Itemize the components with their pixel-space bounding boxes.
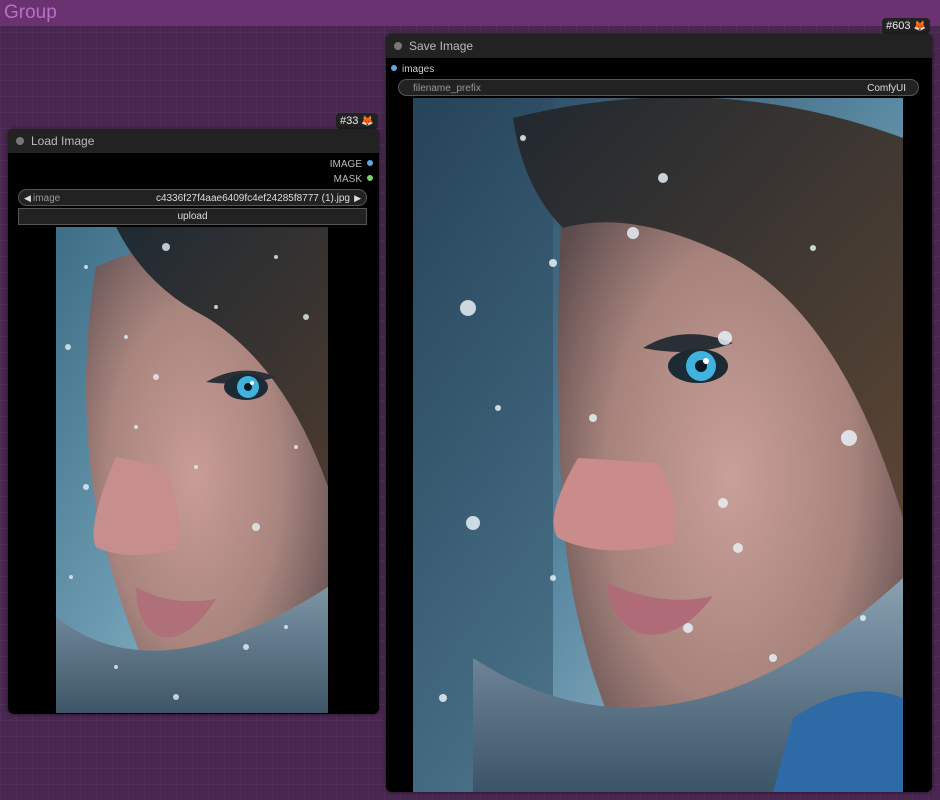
input-slot-images[interactable]: images xyxy=(391,63,434,77)
filename-prefix-widget[interactable]: filename_prefix ComfyUI xyxy=(398,79,919,96)
input-slot-label: images xyxy=(402,64,435,75)
slot-dot-icon[interactable] xyxy=(367,175,373,182)
upload-button[interactable]: upload xyxy=(18,208,367,225)
left-arrow-icon[interactable]: ◀ xyxy=(24,190,31,207)
node-id-badge-load: #33 🦊 xyxy=(336,113,378,129)
slot-dot-icon[interactable] xyxy=(367,160,373,167)
node-title: Load Image xyxy=(31,134,95,148)
widget-label: image xyxy=(33,193,61,204)
node-id-badge-save: #603 🦊 xyxy=(882,18,930,34)
group-header[interactable]: Group xyxy=(0,0,940,26)
collapse-dot-icon[interactable] xyxy=(16,137,24,145)
image-combo-widget[interactable]: ◀ image c4336f27f4aae6409fc4ef24285f8777… xyxy=(18,189,367,206)
portrait-image xyxy=(56,227,328,713)
node-id-text: #603 xyxy=(886,20,911,32)
widget-value: c4336f27f4aae6409fc4ef24285f8777 (1).jpg xyxy=(155,193,350,204)
save-image-node[interactable]: Save Image images filename_prefix ComfyU… xyxy=(386,34,932,792)
output-slot-image[interactable]: IMAGE xyxy=(330,158,373,172)
node-title: Save Image xyxy=(409,39,474,53)
widget-label: filename_prefix xyxy=(413,83,481,94)
slot-dot-icon[interactable] xyxy=(391,65,397,72)
output-slot-mask[interactable]: MASK xyxy=(334,173,373,187)
load-image-node[interactable]: Load Image IMAGE MASK ◀ image c4336f27f4… xyxy=(8,129,379,714)
right-arrow-icon[interactable]: ▶ xyxy=(354,190,361,207)
collapse-dot-icon[interactable] xyxy=(394,42,402,50)
node-id-text: #33 xyxy=(340,115,359,127)
portrait-image xyxy=(413,98,903,792)
saved-image-preview xyxy=(413,98,903,792)
group-title[interactable]: Group xyxy=(4,2,57,24)
widget-value: ComfyUI xyxy=(867,83,906,94)
node-title-bar[interactable]: Load Image xyxy=(8,129,379,153)
fox-icon: 🦊 xyxy=(361,116,374,127)
loaded-image-preview xyxy=(56,227,328,713)
fox-icon: 🦊 xyxy=(913,21,926,32)
output-slot-label: MASK xyxy=(333,174,362,185)
node-title-bar[interactable]: Save Image xyxy=(386,34,932,58)
output-slot-label: IMAGE xyxy=(329,159,362,170)
